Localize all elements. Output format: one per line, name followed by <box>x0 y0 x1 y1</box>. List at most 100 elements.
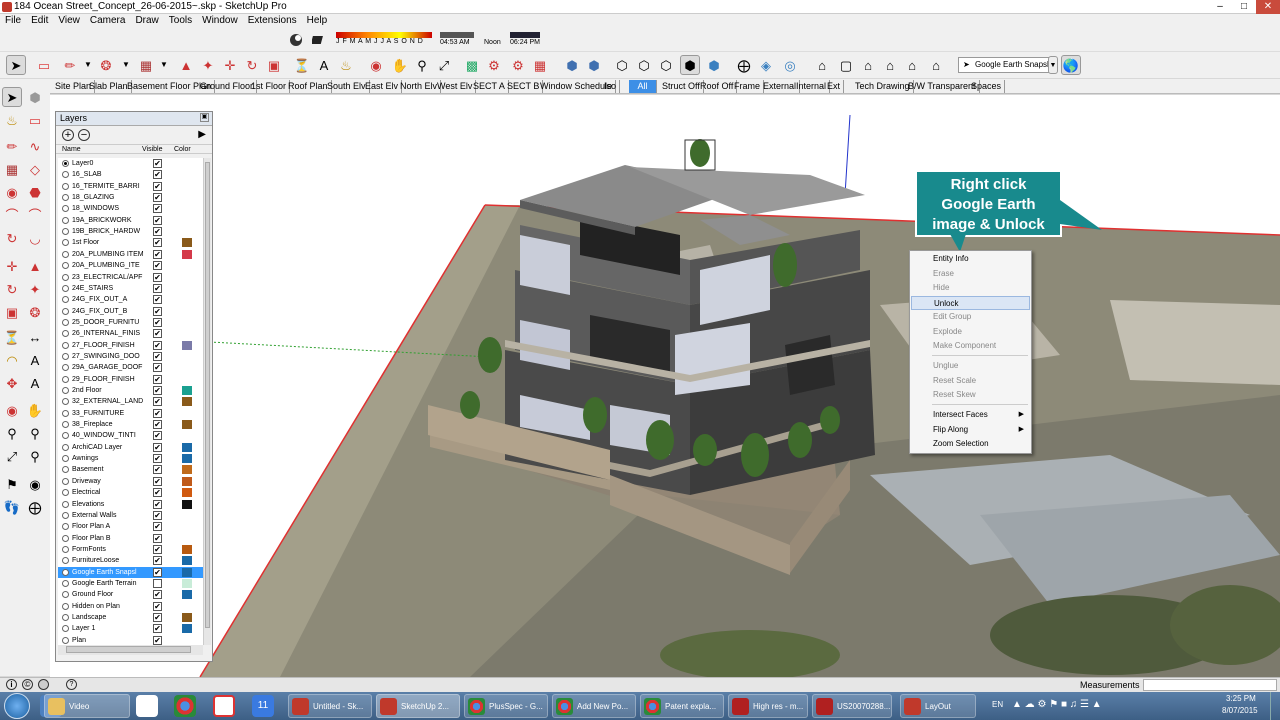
taskbar-item-video[interactable]: Video <box>44 694 130 718</box>
layer-visible-checkbox[interactable]: ✔ <box>153 215 162 225</box>
panel-close-icon[interactable]: ▣ <box>200 113 209 122</box>
active-layer-radio[interactable] <box>62 262 69 270</box>
layer-visible-checkbox[interactable]: ✔ <box>153 635 162 645</box>
layer-visible-checkbox[interactable]: ✔ <box>153 374 162 384</box>
layer-row[interactable]: 16_SLAB ✔ <box>58 169 203 180</box>
shadow-time-slider[interactable]: J F M A M J J A S O N D 04:53 AM Noon 06… <box>336 32 598 50</box>
taskbar-item-plusspec[interactable]: PlusSpec - G... <box>464 694 548 718</box>
layer-row[interactable]: Elevations ✔ <box>58 499 203 510</box>
layer-visible-checkbox[interactable]: ✔ <box>153 363 162 373</box>
calendar-icon[interactable]: 11 <box>252 695 274 717</box>
layer-visible-checkbox[interactable]: ✔ <box>153 386 162 395</box>
textured-style-icon[interactable]: ⬢ <box>704 55 724 75</box>
top-view-icon[interactable]: ⬢ <box>584 55 604 75</box>
left-paint-icon[interactable]: ♨ <box>2 110 22 130</box>
left-orbit-icon[interactable]: ◉ <box>2 400 22 420</box>
layer-color-swatch[interactable] <box>182 340 192 350</box>
layer-row[interactable]: Layer0 ✔ <box>58 158 203 169</box>
layer-row[interactable]: Floor Plan A ✔ <box>58 521 203 532</box>
layer-visible-checkbox[interactable]: ✔ <box>153 465 162 475</box>
active-layer-radio[interactable] <box>62 171 69 179</box>
context-menu-reset-scale[interactable]: Reset Scale <box>911 374 1030 388</box>
taskbar-item-layout[interactable]: LayOut <box>900 694 976 718</box>
menu-extensions[interactable]: Extensions <box>243 14 302 28</box>
house-top-icon[interactable]: ⌂ <box>926 55 946 75</box>
context-menu-explode[interactable]: Explode <box>911 325 1030 339</box>
menu-file[interactable]: File <box>0 14 26 28</box>
active-layer-radio[interactable] <box>62 330 69 338</box>
layer-color-swatch[interactable] <box>182 238 192 248</box>
context-menu-unlock[interactable]: Unlock <box>911 296 1030 310</box>
layer-visible-checkbox[interactable] <box>153 578 162 588</box>
active-layer-radio[interactable] <box>62 228 69 236</box>
layer-row[interactable]: FormFonts ✔ <box>58 544 203 555</box>
left-3pt-arc-icon[interactable]: ↻ <box>2 228 22 248</box>
scale-icon[interactable]: ▣ <box>264 55 284 75</box>
layer-visible-checkbox[interactable]: ✔ <box>153 159 162 168</box>
layer-row[interactable]: 33_FURNITURE ✔ <box>58 408 203 419</box>
scene-tab-spaces[interactable]: Spaces <box>968 80 1006 93</box>
scene-tab-iso[interactable]: Iso <box>601 80 621 93</box>
layer-color-swatch[interactable] <box>182 397 192 407</box>
layer-row[interactable]: Plan ✔ <box>58 635 203 645</box>
left-rotate-icon[interactable]: ↻ <box>2 279 22 299</box>
left-text-icon[interactable]: A <box>25 350 45 370</box>
tray-icons[interactable]: ▲ ☁ ⚙ ⚑ ■ ♫ ☰ ▲ <box>1012 699 1162 713</box>
layer-row[interactable]: 24G_FIX_OUT_B ✔ <box>58 306 203 317</box>
left-3d-text-icon[interactable]: A <box>25 373 45 393</box>
active-layer-radio[interactable] <box>62 296 69 304</box>
layer-row[interactable]: 24G_FIX_OUT_A ✔ <box>58 294 203 305</box>
layer-row[interactable]: 40_WINDOW_TINTI ✔ <box>58 430 203 441</box>
menu-camera[interactable]: Camera <box>85 14 131 28</box>
layer-row[interactable]: Driveway ✔ <box>58 476 203 487</box>
active-layer-radio[interactable] <box>62 216 69 224</box>
left-arc-icon[interactable]: ⌒ <box>2 205 22 225</box>
layer-row[interactable]: 16_TERMITE_BARRI ✔ <box>58 181 203 192</box>
active-layer-radio[interactable] <box>62 477 69 485</box>
layer-row[interactable]: Hidden on Plan ✔ <box>58 601 203 612</box>
active-layer-radio[interactable] <box>62 534 69 542</box>
extension-warehouse-icon[interactable]: ⚙ <box>508 55 528 75</box>
line-dropdown-icon[interactable]: ▼ <box>78 55 98 75</box>
active-layer-radio[interactable] <box>62 602 69 610</box>
left-rotated-rect-icon[interactable]: ◇ <box>25 159 45 179</box>
layer-row[interactable]: Google Earth Snapsl ✔ <box>58 566 203 578</box>
layer-row[interactable]: 23_ELECTRICAL/APF ✔ <box>58 272 203 283</box>
active-layer-radio[interactable] <box>62 194 69 202</box>
pan-icon[interactable]: ✋ <box>390 55 410 75</box>
left-pie-icon[interactable]: ◡ <box>25 228 45 248</box>
active-layer-radio[interactable] <box>62 307 69 315</box>
orbit-icon[interactable]: ◉ <box>366 55 386 75</box>
active-layer-radio[interactable] <box>62 352 69 360</box>
layer-visible-checkbox[interactable]: ✔ <box>153 204 162 214</box>
layer-row[interactable]: 20A_PLUMBING_ITE ✔ <box>58 260 203 271</box>
layer-row[interactable]: 27_FLOOR_FINISH ✔ <box>58 340 203 351</box>
left-protractor-icon[interactable]: ◠ <box>2 350 22 370</box>
layer-visible-checkbox[interactable]: ✔ <box>153 431 162 441</box>
layer-color-swatch[interactable] <box>182 465 192 475</box>
layer-row[interactable]: 19A_BRICKWORK ✔ <box>58 215 203 226</box>
layer-color-swatch[interactable] <box>182 442 192 452</box>
active-layer-radio[interactable] <box>62 579 69 587</box>
layer-color-swatch[interactable] <box>182 499 192 509</box>
layer-row[interactable]: FurnitureLoose ✔ <box>58 555 203 566</box>
layer-list-horizontal-scrollbar[interactable] <box>58 645 203 655</box>
menu-draw[interactable]: Draw <box>130 14 163 28</box>
zoom-extents-icon[interactable]: ⤢ <box>434 55 454 75</box>
shaded-style-icon[interactable]: ⬢ <box>680 55 700 75</box>
arc-dropdown-icon[interactable]: ▼ <box>116 55 136 75</box>
left-move-icon[interactable]: ✛ <box>2 256 22 276</box>
layer-visible-checkbox[interactable]: ✔ <box>153 510 162 520</box>
col-color[interactable]: Color <box>174 146 191 153</box>
layer-visible-checkbox[interactable]: ✔ <box>153 590 162 600</box>
left-zoom-icon[interactable]: ⚲ <box>2 423 22 443</box>
active-layer-radio[interactable] <box>62 625 69 633</box>
wireframe-style-icon[interactable]: ⬡ <box>634 55 654 75</box>
layer-color-swatch[interactable] <box>182 454 192 464</box>
layer-visible-checkbox[interactable]: ✔ <box>153 420 162 430</box>
layer-visible-checkbox[interactable]: ✔ <box>153 442 162 452</box>
language-indicator[interactable]: EN <box>992 700 1003 709</box>
paint-bucket-icon[interactable]: ♨ <box>336 55 356 75</box>
active-layer-radio[interactable] <box>62 636 69 644</box>
left-circle-icon[interactable]: ◉ <box>2 182 22 202</box>
